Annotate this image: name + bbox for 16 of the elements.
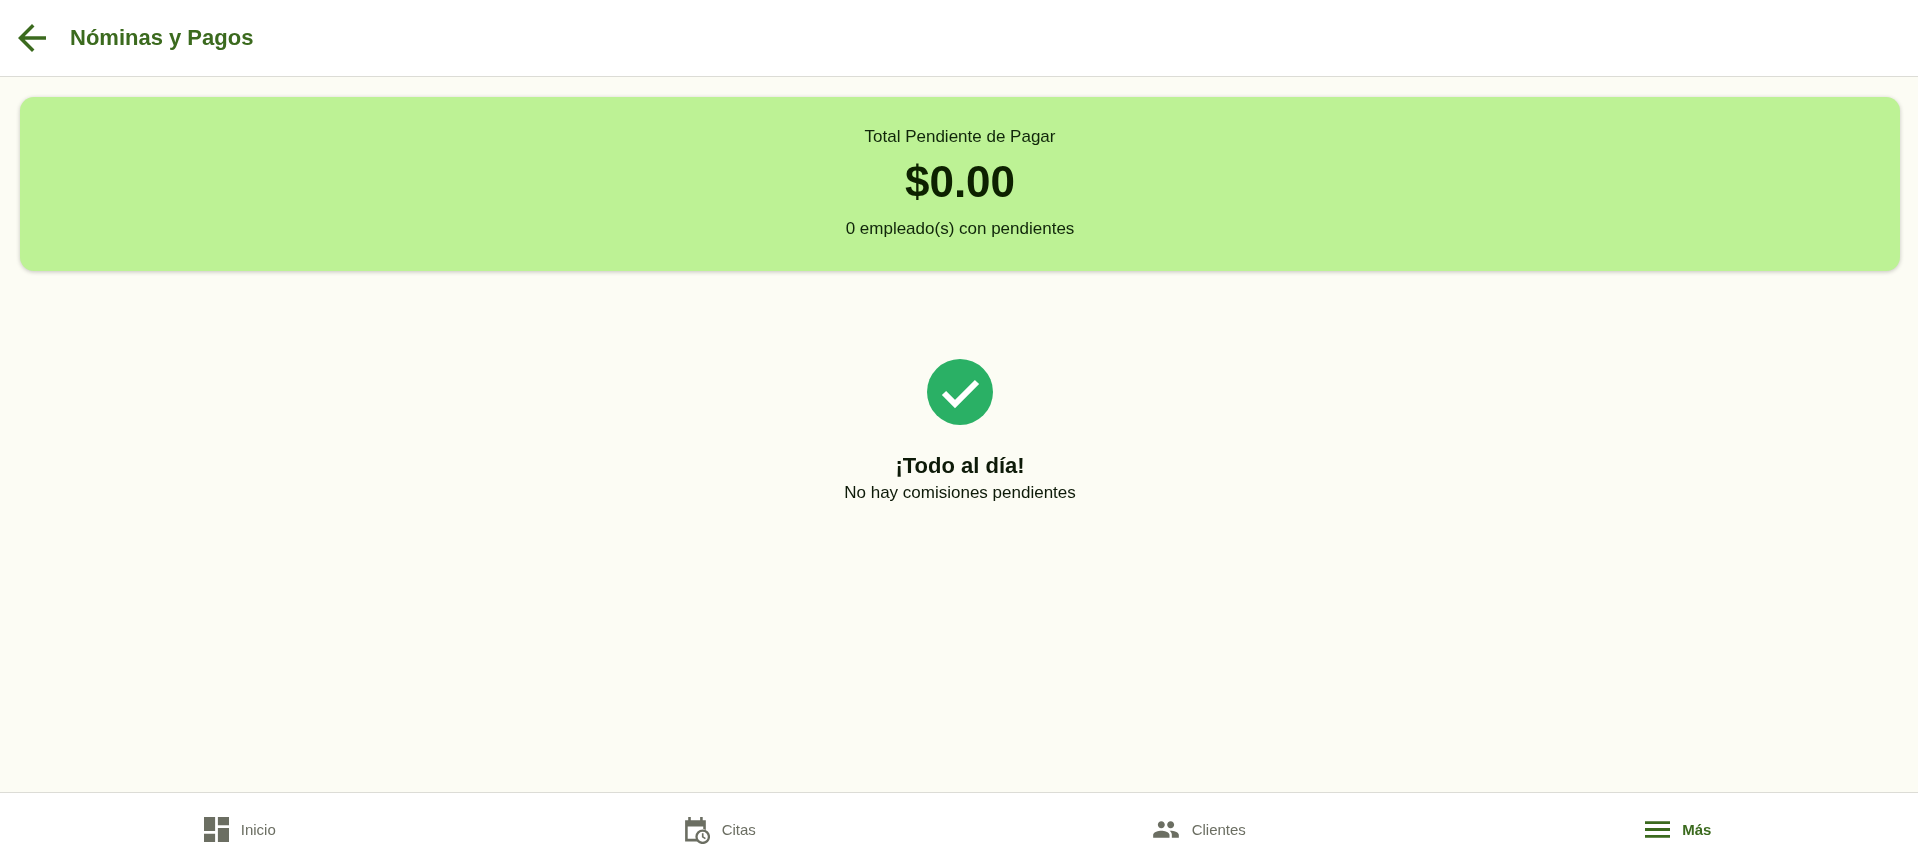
nav-tab[interactable]: Citas	[674, 809, 764, 850]
check-circle-icon	[927, 359, 993, 425]
dashboard-icon	[203, 817, 229, 842]
back-arrow-icon[interactable]	[18, 24, 46, 52]
nav-tab[interactable]: Inicio	[195, 811, 284, 848]
page-title: Nóminas y Pagos	[70, 25, 254, 51]
nav-tab[interactable]: Más	[1637, 815, 1720, 844]
nav-tab[interactable]: Clientes	[1143, 814, 1254, 845]
summary-label: Total Pendiente de Pagar	[864, 127, 1056, 147]
empty-state-title: ¡Todo al día!	[895, 453, 1025, 479]
calendar-clock-icon	[682, 815, 710, 844]
people-icon	[1151, 820, 1180, 839]
total-amount: $0.00	[904, 156, 1016, 208]
employee-count-text: 0 empleado(s) con pendientes	[845, 219, 1075, 239]
empty-state-message: No hay comisiones pendientes	[844, 483, 1076, 503]
menu-icon	[1645, 821, 1671, 838]
